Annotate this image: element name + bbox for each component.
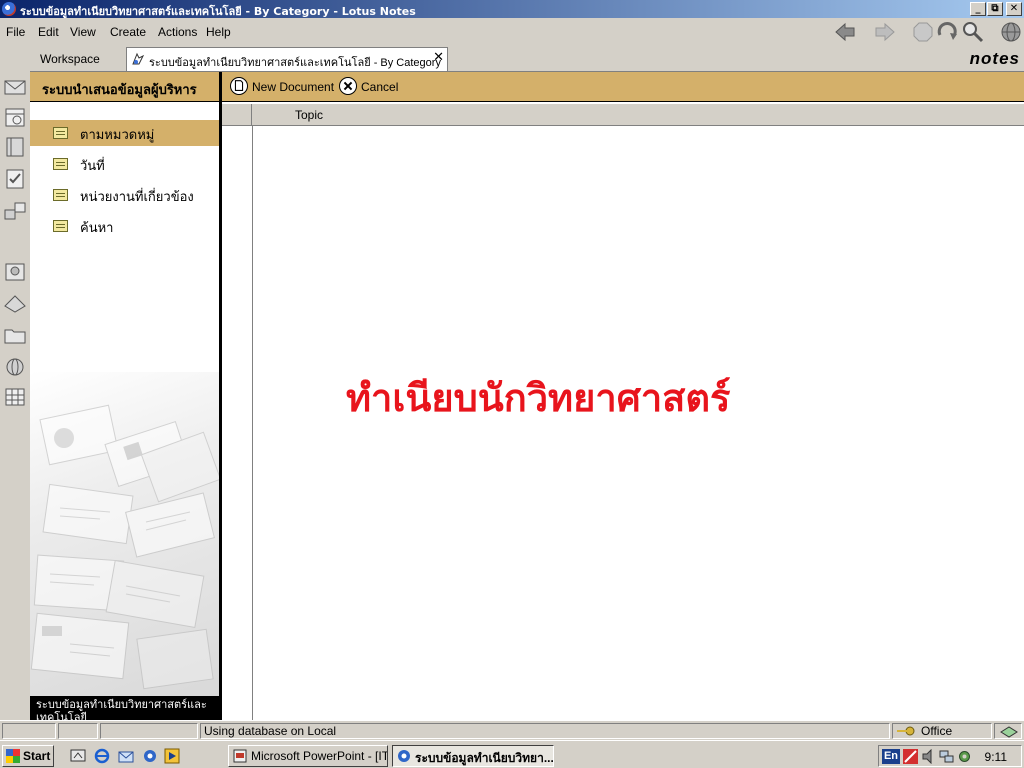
taskbar-clock[interactable]: 9:11 (985, 750, 1007, 764)
mail-bookmark-icon[interactable] (3, 76, 27, 98)
notes-quicklaunch-icon[interactable] (142, 748, 158, 764)
favorites-bookmark-icon[interactable] (3, 260, 27, 282)
folder-bookmark-icon[interactable] (3, 324, 27, 346)
view-icon (53, 127, 68, 139)
system-tray: En 9:11 (878, 745, 1022, 767)
start-label: Start (23, 749, 51, 763)
view-margin-divider (252, 126, 253, 720)
menu-edit[interactable]: Edit (38, 25, 59, 39)
internet-explorer-icon[interactable] (94, 748, 110, 764)
new-document-icon (230, 77, 248, 95)
web-globe-icon[interactable] (1000, 21, 1022, 43)
menu-help[interactable]: Help (206, 25, 231, 39)
taskbar-powerpoint[interactable]: Microsoft PowerPoint - [IT... (228, 745, 388, 767)
tab-bar: Workspace ระบบข้อมูลทำเนียบวิทยาศาสตร์แล… (30, 45, 1024, 72)
tab-workspace[interactable]: Workspace (40, 52, 100, 66)
menu-view[interactable]: View (70, 25, 96, 39)
replicator-bookmark-icon[interactable] (3, 200, 27, 222)
calendar-bookmark-icon[interactable] (3, 106, 27, 128)
windows-logo-icon (6, 749, 20, 763)
business-cards-illustration (30, 372, 219, 696)
view-column-header: Topic (222, 104, 1024, 126)
settings-gear-icon[interactable] (957, 749, 972, 764)
key-icon (897, 726, 915, 736)
mail-tray-icon (1000, 726, 1018, 738)
selection-column[interactable] (222, 104, 252, 126)
navigator-footer: ระบบข้อมูลทำเนียบวิทยาศาสตร์และเทคโนโลยี (30, 696, 219, 720)
database-icon (132, 52, 145, 65)
cancel-button[interactable]: Cancel (339, 77, 409, 97)
restore-button[interactable]: ⧉ (987, 2, 1003, 16)
status-cell-2[interactable] (58, 723, 98, 739)
show-desktop-icon[interactable] (70, 748, 86, 764)
nav-item-label: หน่วยงานที่เกี่ยวข้อง (80, 189, 194, 204)
start-button[interactable]: Start (2, 745, 54, 767)
status-cell-3[interactable] (100, 723, 198, 739)
language-indicator[interactable]: En (882, 749, 900, 764)
taskbar-button-label: Microsoft PowerPoint - [IT... (251, 749, 388, 763)
location-label: Office (921, 724, 953, 738)
media-player-icon[interactable] (164, 748, 180, 764)
taskbar: Start Microsoft PowerPoint - [IT... ระบบ… (0, 740, 1024, 768)
view-icon (53, 220, 68, 232)
antivirus-icon[interactable] (903, 749, 918, 764)
navigator-header: ระบบนำเสนอข้อมูลผู้บริหาร (30, 72, 219, 102)
outlook-express-icon[interactable] (118, 748, 134, 764)
menu-create[interactable]: Create (110, 25, 146, 39)
status-cell-1[interactable] (2, 723, 56, 739)
refresh-icon[interactable] (936, 21, 958, 43)
nav-item-search[interactable]: ค้นหา (30, 213, 219, 239)
lotus-notes-icon (398, 750, 410, 762)
back-arrow-icon[interactable] (834, 21, 856, 43)
powerpoint-icon (233, 749, 247, 763)
document-view[interactable]: Topic ทำเนียบนักวิทยาศาสตร์ (222, 102, 1024, 720)
databases-bookmark-icon[interactable] (3, 292, 27, 314)
new-document-label: New Document (252, 80, 335, 94)
close-button[interactable]: ✕ (1006, 2, 1022, 16)
action-bar: New Document Cancel (222, 72, 1024, 102)
internet-bookmark-icon[interactable] (3, 356, 27, 378)
minimize-button[interactable]: _ (970, 2, 986, 16)
nav-item-label: ค้นหา (80, 220, 114, 235)
taskbar-button-label: ระบบข้อมูลทำเนียบวิทยา... (415, 751, 554, 765)
nav-item-by-category[interactable]: ตามหมวดหมู่ (30, 120, 219, 146)
taskbar-lotus-notes[interactable]: ระบบข้อมูลทำเนียบวิทยา... (392, 745, 554, 767)
title-bar[interactable]: ระบบข้อมูลทำเนียบวิทยาศาสตร์และเทคโนโลยี… (0, 0, 1024, 18)
menu-file[interactable]: File (6, 25, 25, 39)
notes-logo: notes (969, 49, 1020, 68)
address-book-bookmark-icon[interactable] (3, 136, 27, 158)
stop-icon[interactable] (912, 21, 934, 43)
network-icon[interactable] (939, 749, 954, 764)
nav-item-label: วันที่ (80, 158, 105, 173)
cancel-icon (339, 77, 357, 95)
status-bar: Using database on Local Office (0, 720, 1024, 740)
view-icon (53, 158, 68, 170)
column-topic-header[interactable]: Topic (295, 108, 323, 122)
lotus-notes-app-icon[interactable] (2, 2, 16, 16)
todo-bookmark-icon[interactable] (3, 168, 27, 190)
menu-bar: File Edit View Create Actions Help (0, 18, 1024, 45)
forward-arrow-icon[interactable] (874, 21, 896, 43)
navigator-pane: ระบบนำเสนอข้อมูลผู้บริหาร ตามหมวดหมู่ วั… (30, 72, 222, 720)
banner-title: ทำเนียบนักวิทยาศาสตร์ (346, 375, 731, 420)
volume-icon[interactable] (921, 749, 936, 764)
bookmark-bar (0, 72, 30, 720)
view-icon (53, 189, 68, 201)
new-document-button[interactable]: New Document (230, 77, 334, 97)
applications-bookmark-icon[interactable] (3, 386, 27, 408)
tab-active-database[interactable]: ระบบข้อมูลทำเนียบวิทยาศาสตร์และเทคโนโลยี… (126, 47, 448, 71)
nav-item-by-agency[interactable]: หน่วยงานที่เกี่ยวข้อง (30, 182, 219, 208)
close-tab-icon[interactable]: ✕ (433, 50, 444, 65)
cancel-label: Cancel (361, 80, 399, 94)
menu-actions[interactable]: Actions (158, 25, 197, 39)
status-message: Using database on Local (204, 724, 337, 738)
search-icon[interactable] (962, 21, 984, 43)
nav-item-label: ตามหมวดหมู่ (80, 127, 155, 142)
nav-item-by-date[interactable]: วันที่ (30, 151, 219, 177)
tab-active-label: ระบบข้อมูลทำเนียบวิทยาศาสตร์และเทคโนโลยี… (149, 57, 441, 69)
